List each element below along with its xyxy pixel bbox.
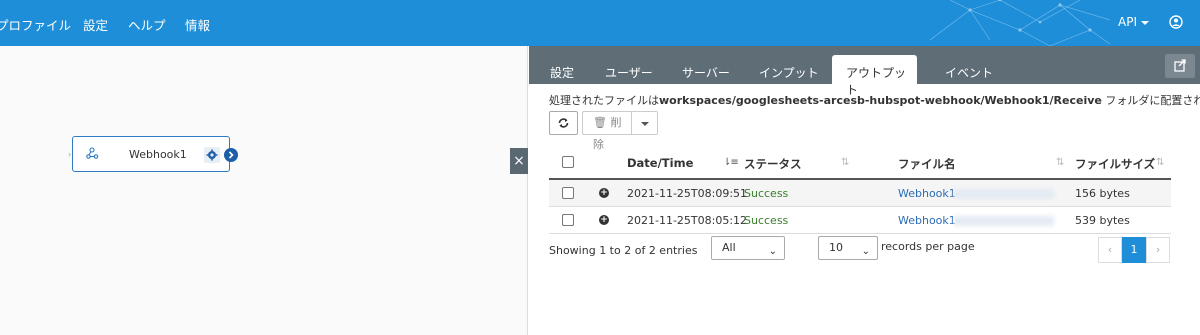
table-row[interactable]: + 2021-11-25T08:09:51 Success Webhook1- … [549,180,1171,207]
actions-dropdown-toggle[interactable] [632,111,658,135]
column-header-filesize[interactable]: ファイルサイズ [1075,156,1155,172]
refresh-icon [558,118,569,128]
input-port-icon: › [68,150,72,159]
output-folder-info: 処理されたファイルはworkspaces/googlesheets-arcesb… [549,94,1200,107]
sort-desc-icon[interactable]: ⇂≡ [723,157,739,168]
chevron-down-icon: ⌄ [861,246,870,257]
nav-settings[interactable]: 設定 [83,15,108,34]
flow-canvas[interactable]: › Webhook1 × [0,46,528,335]
caret-down-icon [1140,20,1149,25]
records-per-page-label: records per page [881,240,975,253]
page-size-value: 10 [829,241,843,254]
tab-users[interactable]: ユーザー [605,64,653,81]
column-header-status[interactable]: ステータス [744,156,802,172]
column-header-datetime[interactable]: Date/Time [627,156,693,170]
row-filename-link[interactable]: Webhook1- [898,214,960,227]
expand-row-icon[interactable]: + [599,188,609,198]
status-filter-value: All [722,241,736,254]
sort-icon[interactable]: ⇅ [841,157,849,168]
entries-summary: Showing 1 to 2 of 2 entries [549,244,698,257]
node-label: Webhook1 [129,148,187,161]
network-background-graphic [930,0,1110,46]
tab-settings[interactable]: 設定 [550,64,574,81]
row-status: Success [744,214,789,227]
tab-output[interactable]: アウトプット [832,55,917,97]
api-dropdown[interactable]: API [1118,15,1149,29]
sort-icon[interactable]: ⇅ [1056,157,1064,168]
collapse-panel-button[interactable]: × [510,148,528,174]
webhook-icon [86,147,99,159]
row-size: 539 bytes [1075,214,1130,227]
redacted-filename [954,189,1054,199]
pagination-next[interactable]: › [1146,237,1170,263]
tab-input[interactable]: インプット [759,64,819,81]
top-navbar: プロファイル 設定 ヘルプ 情報 API [0,0,1200,46]
chevron-right-icon[interactable] [224,148,238,162]
api-label: API [1118,15,1137,29]
user-circle-icon[interactable] [1169,15,1183,29]
select-all-checkbox[interactable] [562,156,574,168]
sort-icon[interactable]: ⇅ [1156,157,1164,168]
row-size: 156 bytes [1075,187,1130,200]
tab-events[interactable]: イベント [945,64,993,81]
redacted-filename [954,216,1054,226]
webhook-node[interactable]: Webhook1 [72,136,238,172]
refresh-button[interactable] [549,111,578,135]
row-checkbox[interactable] [562,214,574,226]
table-row[interactable]: + 2021-11-25T08:05:12 Success Webhook1- … [549,207,1171,234]
output-folder-path: workspaces/googlesheets-arcesb-hubspot-w… [659,94,1102,107]
row-checkbox[interactable] [562,187,574,199]
row-status: Success [744,187,789,200]
pagination-page-1[interactable]: 1 [1122,237,1146,263]
expand-row-icon[interactable]: + [599,215,609,225]
chevron-down-icon: ⌄ [768,246,777,257]
row-datetime: 2021-11-25T08:05:12 [627,214,748,227]
delete-button[interactable]: 🗑 削除 [582,111,632,151]
caret-down-icon [641,122,649,126]
row-datetime: 2021-11-25T08:09:51 [627,187,748,200]
external-link-icon[interactable] [1165,54,1195,78]
properties-panel: 設定 ユーザー サーバー インプット アウトプット イベント 処理されたファイル… [529,46,1200,335]
pagination-prev[interactable]: ‹ [1098,237,1122,263]
tab-server[interactable]: サーバー [682,64,730,81]
nav-info[interactable]: 情報 [185,15,210,34]
gear-icon[interactable] [204,147,220,163]
nav-help[interactable]: ヘルプ [128,15,166,34]
tab-bar: 設定 ユーザー サーバー インプット アウトプット イベント [529,46,1200,97]
status-filter-select[interactable]: All ⌄ [711,236,785,260]
nav-profile[interactable]: プロファイル [0,15,71,34]
page-size-select[interactable]: 10 ⌄ [818,236,878,260]
row-filename-link[interactable]: Webhook1- [898,187,960,200]
trash-icon: 🗑 [593,116,607,129]
column-header-filename[interactable]: ファイル名 [898,156,956,172]
